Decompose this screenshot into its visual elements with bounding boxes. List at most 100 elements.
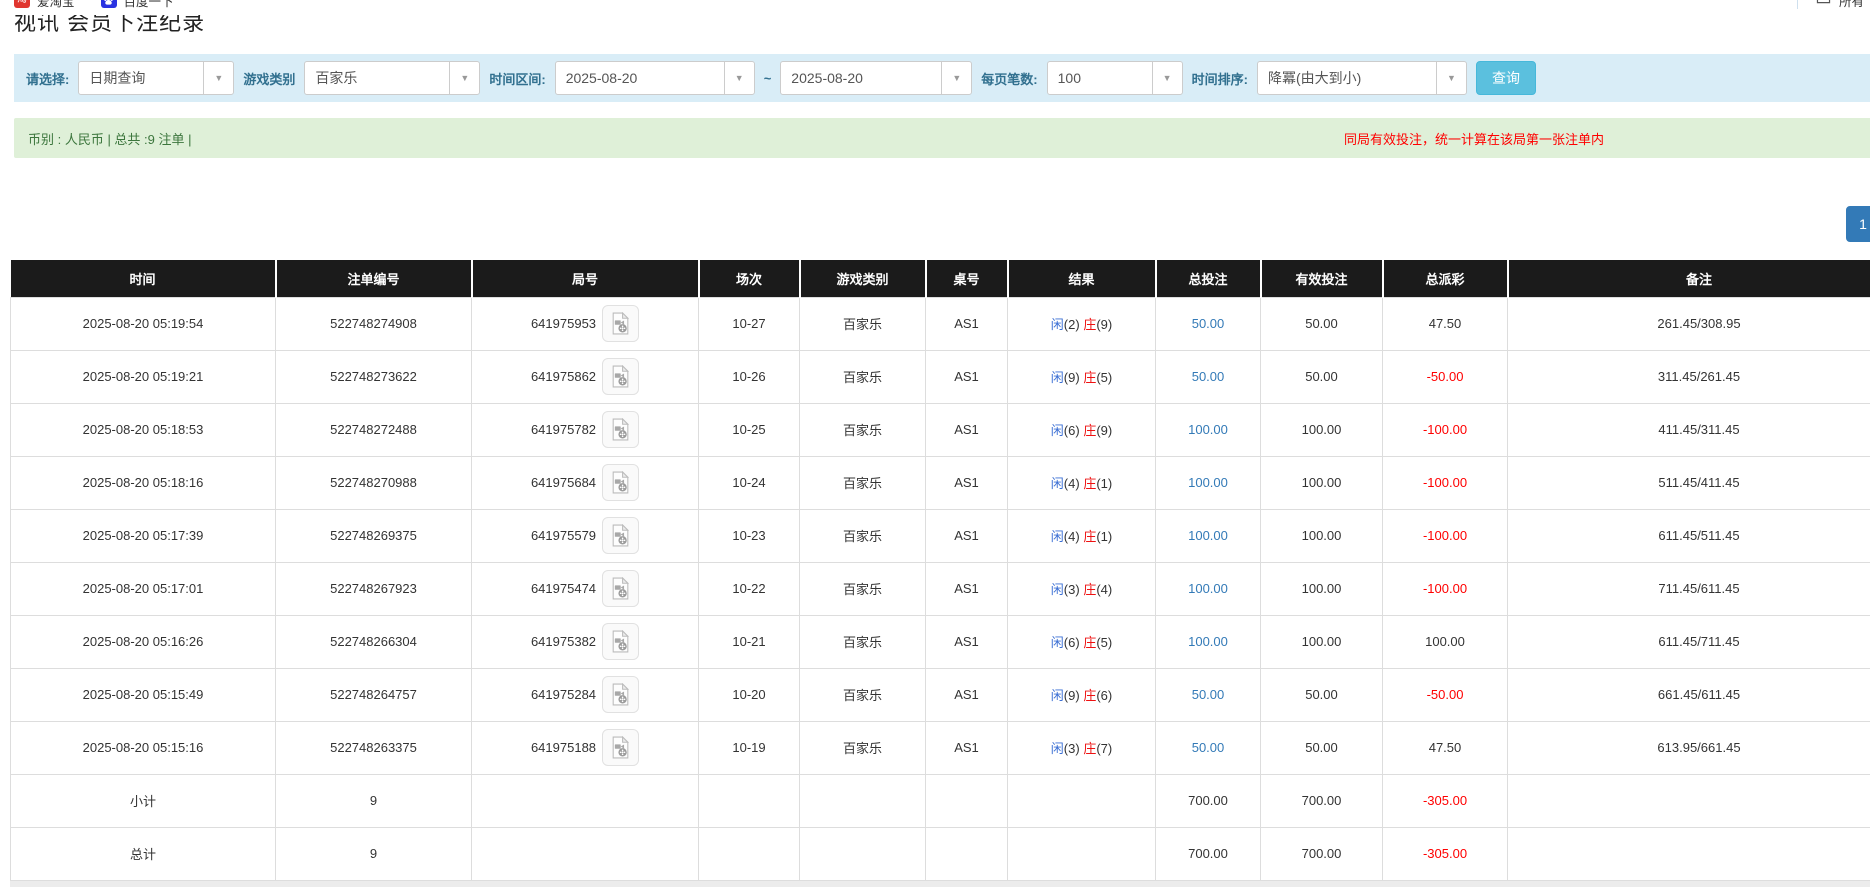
notice-text: 同局有效投注，统一计算在该局第一张注单内 xyxy=(1344,129,1870,148)
cell-valid-bet: 100.00 xyxy=(1261,456,1383,509)
cell-table-no: AS1 xyxy=(926,562,1008,615)
cell-remark: 611.45/711.45 xyxy=(1508,615,1870,668)
video-replay-button[interactable] xyxy=(602,729,639,766)
round-no: 641975782 xyxy=(531,422,596,437)
header-total-bet: 总投注 xyxy=(1156,260,1261,297)
total-bet-link[interactable]: 50.00 xyxy=(1192,740,1225,755)
sort-select[interactable]: 降冪(由大到小) ▼ xyxy=(1257,61,1467,95)
bookmark-taobao[interactable]: 淘 爱淘宝 xyxy=(14,0,75,10)
subtotal-count: 9 xyxy=(276,774,472,827)
subtotal-valid-bet: 700.00 xyxy=(1261,774,1383,827)
taobao-icon: 淘 xyxy=(14,0,30,8)
cell-payout: -50.00 xyxy=(1383,668,1508,721)
cell-total-bet: 50.00 xyxy=(1156,721,1261,774)
cell-session: 10-22 xyxy=(699,562,800,615)
cell-result: 闲(9) 庄(6) xyxy=(1008,668,1156,721)
cell-valid-bet: 100.00 xyxy=(1261,509,1383,562)
baidu-icon xyxy=(101,0,117,8)
total-bet-link[interactable]: 100.00 xyxy=(1188,422,1228,437)
cell-remark: 311.45/261.45 xyxy=(1508,350,1870,403)
cell-session: 10-20 xyxy=(699,668,800,721)
header-bet-no: 注单编号 xyxy=(276,260,472,297)
video-replay-button[interactable] xyxy=(602,305,639,342)
round-no: 641975284 xyxy=(531,687,596,702)
header-remark: 备注 xyxy=(1508,260,1870,297)
chevron-down-icon: ▼ xyxy=(203,62,233,94)
total-count: 9 xyxy=(276,827,472,880)
date-to-input[interactable]: 2025-08-20 ▼ xyxy=(780,61,972,95)
cell-result: 闲(4) 庄(1) xyxy=(1008,456,1156,509)
round-no: 641975684 xyxy=(531,475,596,490)
header-game-type: 游戏类别 xyxy=(800,260,926,297)
cell-valid-bet: 50.00 xyxy=(1261,668,1383,721)
total-bet-link[interactable]: 50.00 xyxy=(1192,369,1225,384)
page-size-select[interactable]: 100 ▼ xyxy=(1047,61,1183,95)
cell-bet-no: 522748267923 xyxy=(276,562,472,615)
video-replay-button[interactable] xyxy=(602,676,639,713)
cell-valid-bet: 100.00 xyxy=(1261,403,1383,456)
table-row: 2025-08-20 05:15:16 522748263375 6419751… xyxy=(11,721,1870,774)
subtotal-payout: -305.00 xyxy=(1383,774,1508,827)
cell-payout: -50.00 xyxy=(1383,350,1508,403)
cell-remark: 511.45/411.45 xyxy=(1508,456,1870,509)
round-no: 641975188 xyxy=(531,740,596,755)
cell-round-no: 641975579 xyxy=(472,509,699,562)
game-type-select[interactable]: 百家乐 ▼ xyxy=(304,61,480,95)
round-no: 641975862 xyxy=(531,369,596,384)
video-replay-button[interactable] xyxy=(602,570,639,607)
cell-session: 10-23 xyxy=(699,509,800,562)
bets-table: 时间 注单编号 局号 场次 游戏类别 桌号 结果 总投注 有效投注 总派彩 备注… xyxy=(10,260,1870,881)
subtotal-label: 小计 xyxy=(11,774,276,827)
search-button[interactable]: 查询 xyxy=(1476,61,1536,95)
cell-time: 2025-08-20 05:16:26 xyxy=(11,615,276,668)
cell-result: 闲(6) 庄(9) xyxy=(1008,403,1156,456)
video-file-icon xyxy=(609,418,632,441)
header-session: 场次 xyxy=(699,260,800,297)
video-replay-button[interactable] xyxy=(602,358,639,395)
chevron-down-icon: ▼ xyxy=(941,62,971,94)
query-type-select[interactable]: 日期查询 ▼ xyxy=(78,61,234,95)
video-replay-button[interactable] xyxy=(602,623,639,660)
table-header-row: 时间 注单编号 局号 场次 游戏类别 桌号 结果 总投注 有效投注 总派彩 备注 xyxy=(11,260,1870,297)
table-row: 2025-08-20 05:18:53 522748272488 6419757… xyxy=(11,403,1870,456)
total-bet-link[interactable]: 50.00 xyxy=(1192,316,1225,331)
cell-payout: 100.00 xyxy=(1383,615,1508,668)
cell-total-bet: 100.00 xyxy=(1156,615,1261,668)
total-bet-link[interactable]: 100.00 xyxy=(1188,634,1228,649)
cell-bet-no: 522748263375 xyxy=(276,721,472,774)
cell-payout: -100.00 xyxy=(1383,456,1508,509)
cell-remark: 661.45/611.45 xyxy=(1508,668,1870,721)
cell-total-bet: 50.00 xyxy=(1156,350,1261,403)
cell-bet-no: 522748269375 xyxy=(276,509,472,562)
cell-remark: 711.45/611.45 xyxy=(1508,562,1870,615)
round-no: 641975953 xyxy=(531,316,596,331)
date-from-input[interactable]: 2025-08-20 ▼ xyxy=(555,61,755,95)
cell-payout: -100.00 xyxy=(1383,509,1508,562)
cell-round-no: 641975382 xyxy=(472,615,699,668)
cell-game-type: 百家乐 xyxy=(800,615,926,668)
total-bet-link[interactable]: 50.00 xyxy=(1192,687,1225,702)
round-no: 641975382 xyxy=(531,634,596,649)
cell-round-no: 641975862 xyxy=(472,350,699,403)
header-result: 结果 xyxy=(1008,260,1156,297)
chevron-down-icon: ▼ xyxy=(1152,62,1182,94)
bookmark-baidu[interactable]: 百度一下 xyxy=(101,0,174,10)
cell-round-no: 641975684 xyxy=(472,456,699,509)
video-replay-button[interactable] xyxy=(602,411,639,448)
cell-valid-bet: 50.00 xyxy=(1261,297,1383,350)
cell-round-no: 641975953 xyxy=(472,297,699,350)
video-replay-button[interactable] xyxy=(602,464,639,501)
pagination-page-1[interactable]: 1 xyxy=(1846,206,1870,242)
cell-time: 2025-08-20 05:19:54 xyxy=(11,297,276,350)
footer-strip xyxy=(10,881,1870,887)
total-bet-link[interactable]: 100.00 xyxy=(1188,475,1228,490)
video-replay-button[interactable] xyxy=(602,517,639,554)
cell-valid-bet: 100.00 xyxy=(1261,615,1383,668)
total-bet-link[interactable]: 100.00 xyxy=(1188,528,1228,543)
cell-time: 2025-08-20 05:17:01 xyxy=(11,562,276,615)
all-bookmarks[interactable]: 所有 xyxy=(1797,0,1864,10)
cell-bet-no: 522748273622 xyxy=(276,350,472,403)
total-bet-link[interactable]: 100.00 xyxy=(1188,581,1228,596)
video-file-icon xyxy=(609,471,632,494)
table-row: 2025-08-20 05:19:54 522748274908 6419759… xyxy=(11,297,1870,350)
